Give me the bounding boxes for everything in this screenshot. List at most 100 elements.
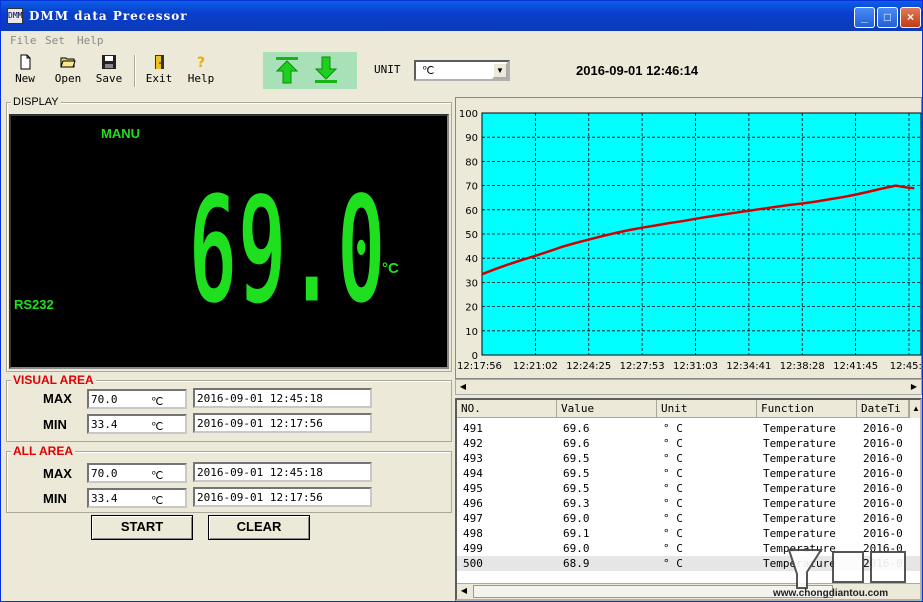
table-cell: Temperature (763, 482, 836, 495)
table-cell: 69.5 (563, 452, 590, 465)
all-max-unit: ℃ (151, 469, 164, 482)
visual-min-label: MIN (43, 417, 67, 432)
x-tick-label: 12:31:03 (673, 361, 718, 372)
floppy-icon (102, 55, 116, 69)
title-bar[interactable]: DMM DMM data Precessor _ □ × (1, 1, 922, 31)
all-min-time: 2016-09-01 12:17:56 (193, 487, 372, 507)
table-row[interactable]: 498 69.1 ° C Temperature 2016-0 (457, 526, 920, 541)
close-button[interactable]: × (900, 7, 921, 28)
new-button[interactable]: New (7, 53, 43, 89)
table-scroll-left-icon[interactable]: ◀ (457, 584, 471, 598)
table-cell: 492 (463, 437, 483, 450)
table-cell: 69.6 (563, 422, 590, 435)
scroll-up-icon[interactable]: ▲ (909, 400, 920, 418)
table-cell: ° C (663, 422, 683, 435)
table-cell: 69.0 (563, 542, 590, 555)
start-button[interactable]: START (91, 515, 193, 540)
table-row[interactable]: 494 69.5 ° C Temperature 2016-0 (457, 466, 920, 481)
maximize-button[interactable]: □ (877, 7, 898, 28)
clear-button[interactable]: CLEAR (208, 515, 310, 540)
menu-help[interactable]: Help (77, 34, 104, 47)
arrow-up-icon[interactable] (272, 55, 302, 85)
visual-min-time: 2016-09-01 12:17:56 (193, 413, 372, 433)
table-cell: 68.9 (563, 557, 590, 570)
table-cell: 498 (463, 527, 483, 540)
visual-max-unit: ℃ (151, 395, 164, 408)
table-cell: 2016-0 (863, 497, 903, 510)
lcd-reading: 69.0 (194, 178, 384, 308)
all-min-unit: ℃ (151, 494, 164, 507)
menu-set[interactable]: Set (45, 34, 65, 47)
table-cell: 69.0 (563, 512, 590, 525)
save-label: Save (95, 72, 123, 85)
x-tick-label: 12:41:45 (833, 361, 878, 372)
table-cell: ° C (663, 497, 683, 510)
table-row[interactable]: 492 69.6 ° C Temperature 2016-0 (457, 436, 920, 451)
column-header-no[interactable]: NO. (457, 400, 557, 418)
table-row[interactable]: 495 69.5 ° C Temperature 2016-0 (457, 481, 920, 496)
table-cell: 69.1 (563, 527, 590, 540)
upload-download-panel (263, 52, 357, 89)
y-tick-label: 60 (465, 206, 478, 217)
table-cell: Temperature (763, 467, 836, 480)
svg-text:?: ? (197, 55, 205, 70)
watermark-text: www.chongdiantou.com (772, 588, 888, 598)
unit-dropdown[interactable]: ℃ ▼ (414, 60, 510, 81)
new-label: New (15, 72, 35, 85)
table-cell: Temperature (763, 497, 836, 510)
help-button[interactable]: ? Help (183, 53, 219, 89)
table-cell: ° C (663, 482, 683, 495)
x-tick-label: 12:34:41 (726, 361, 771, 372)
chart-panel: 100 90 80 70 60 50 40 30 20 10 0 12:17:56 12:21:02 12… (455, 97, 922, 379)
menu-file[interactable]: File (10, 34, 37, 47)
x-tick-label: 12:38:28 (780, 361, 825, 372)
y-tick-label: 30 (465, 278, 478, 289)
table-row[interactable]: 491 69.6 ° C Temperature 2016-0 (457, 421, 920, 436)
table-cell: 69.3 (563, 497, 590, 510)
table-cell: Temperature (763, 452, 836, 465)
save-button[interactable]: Save (91, 53, 127, 89)
table-cell: 69.5 (563, 482, 590, 495)
visual-max-value: 70.0 ℃ (87, 389, 187, 409)
all-area-label: ALL AREA (11, 444, 75, 458)
visual-min-value: 33.4 ℃ (87, 414, 187, 434)
column-header-unit[interactable]: Unit (657, 400, 757, 418)
chart-horizontal-scrollbar[interactable]: ◀ ▶ (455, 379, 922, 395)
visual-min-unit: ℃ (151, 420, 164, 433)
y-tick-label: 40 (465, 254, 478, 265)
minimize-button[interactable]: _ (854, 7, 875, 28)
table-row[interactable]: 496 69.3 ° C Temperature 2016-0 (457, 496, 920, 511)
unit-label: UNIT (374, 63, 401, 76)
table-row[interactable]: 493 69.5 ° C Temperature 2016-0 (457, 451, 920, 466)
toolbar-separator (134, 55, 136, 87)
all-max-value-text: 70.0 (91, 467, 118, 480)
visual-max-time: 2016-09-01 12:45:18 (193, 388, 372, 408)
column-header-value[interactable]: Value (557, 400, 657, 418)
all-max-time: 2016-09-01 12:45:18 (193, 462, 372, 482)
table-cell: Temperature (763, 512, 836, 525)
column-header-datetime[interactable]: DateTi (857, 400, 909, 418)
visual-max-value-text: 70.0 (91, 393, 118, 406)
open-button[interactable]: Open (50, 53, 86, 89)
x-tick-label: 12:21:02 (513, 361, 558, 372)
table-cell: 2016-0 (863, 482, 903, 495)
visual-max-label: MAX (43, 391, 72, 406)
scroll-left-icon[interactable]: ◀ (456, 380, 470, 394)
watermark-logo: www.chongdiantou.com (772, 549, 906, 598)
lcd-digits: 69.0 (194, 178, 384, 308)
exit-button[interactable]: Exit (141, 53, 177, 89)
table-cell: 2016-0 (863, 512, 903, 525)
arrow-down-icon[interactable] (311, 55, 341, 85)
y-tick-label: 90 (465, 133, 478, 144)
table-cell: 2016-0 (863, 437, 903, 450)
table-cell: 497 (463, 512, 483, 525)
table-cell: Temperature (763, 527, 836, 540)
column-header-function[interactable]: Function (757, 400, 857, 418)
y-tick-label: 50 (465, 230, 478, 241)
all-min-value: 33.4 ℃ (87, 488, 187, 508)
table-cell: 495 (463, 482, 483, 495)
chevron-down-icon[interactable]: ▼ (492, 62, 508, 79)
table-row[interactable]: 497 69.0 ° C Temperature 2016-0 (457, 511, 920, 526)
table-cell: ° C (663, 527, 683, 540)
scroll-right-icon[interactable]: ▶ (907, 380, 921, 394)
